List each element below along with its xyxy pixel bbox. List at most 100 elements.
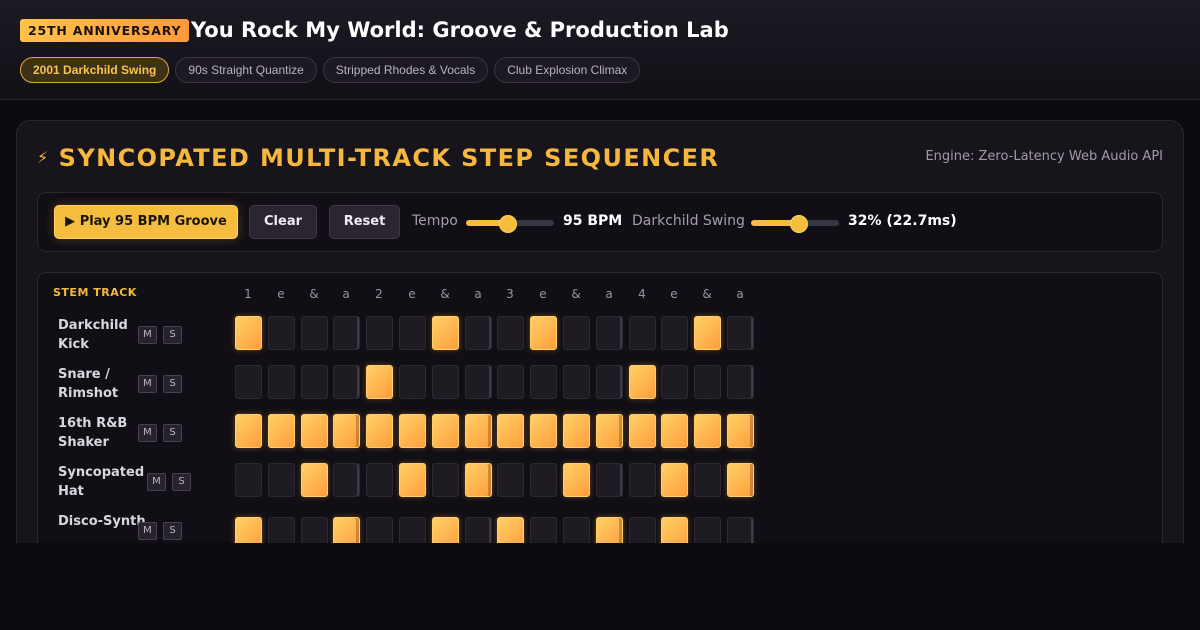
step-cell-off[interactable] (497, 316, 524, 350)
step-cell-off[interactable] (727, 365, 754, 399)
beat-label: & (702, 287, 712, 301)
mute-button[interactable]: M (138, 326, 157, 344)
track-name: 16th R&B Shaker (58, 416, 128, 450)
beat-label: a (342, 287, 350, 301)
step-cell-off[interactable] (596, 316, 623, 350)
step-cell-on[interactable] (629, 414, 656, 448)
step-cell-off[interactable] (661, 365, 688, 399)
step-cell-on[interactable] (432, 316, 459, 350)
step-cell-off[interactable] (432, 365, 459, 399)
step-cell-off[interactable] (268, 365, 295, 399)
step-cell-off[interactable] (465, 365, 492, 399)
preset-chip[interactable]: 2001 Darkchild Swing (20, 57, 170, 83)
step-cell-off[interactable] (596, 463, 623, 497)
step-cell-off[interactable] (563, 316, 590, 350)
step-cell-off[interactable] (465, 316, 492, 350)
mute-button[interactable]: M (138, 522, 157, 540)
step-cell-off[interactable] (301, 365, 328, 399)
beat-label: 1 (244, 287, 252, 301)
step-cell-on[interactable] (399, 463, 426, 497)
step-cell-off[interactable] (727, 316, 754, 350)
step-cell-off[interactable] (497, 463, 524, 497)
step-cell-on[interactable] (432, 414, 459, 448)
step-cell-off[interactable] (333, 316, 360, 350)
clear-button[interactable]: Clear (249, 205, 317, 239)
preset-chip[interactable]: 90s Straight Quantize (175, 57, 317, 83)
play-button-label: Play 95 BPM Groove (79, 214, 227, 229)
beat-label: & (571, 287, 581, 301)
step-cell-off[interactable] (333, 463, 360, 497)
step-cell-off[interactable] (268, 463, 295, 497)
step-cell-on[interactable] (563, 463, 590, 497)
step-cell-on[interactable] (497, 414, 524, 448)
step-cell-off[interactable] (432, 463, 459, 497)
step-cell-on[interactable] (727, 414, 754, 448)
step-cell-off[interactable] (661, 316, 688, 350)
mute-button[interactable]: M (138, 375, 157, 393)
step-cell-on[interactable] (727, 463, 754, 497)
step-cell-on[interactable] (235, 316, 262, 350)
tempo-slider-thumb[interactable] (499, 215, 518, 233)
step-cell-off[interactable] (366, 316, 393, 350)
step-cell-on[interactable] (301, 463, 328, 497)
beat-label: a (605, 287, 613, 301)
step-cell-off[interactable] (235, 365, 262, 399)
step-cell-off[interactable] (235, 463, 262, 497)
mute-button[interactable]: M (138, 424, 157, 442)
step-cell-on[interactable] (465, 414, 492, 448)
step-cell-off[interactable] (629, 463, 656, 497)
tempo-value: 95 BPM (563, 213, 623, 229)
step-cell-on[interactable] (694, 316, 721, 350)
step-cell-on[interactable] (661, 414, 688, 448)
step-cell-on[interactable] (530, 414, 557, 448)
step-cell-off[interactable] (694, 463, 721, 497)
step-cell-off[interactable] (629, 316, 656, 350)
solo-button[interactable]: S (163, 375, 182, 393)
tempo-slider[interactable] (466, 215, 554, 233)
swing-slider-thumb[interactable] (789, 215, 808, 233)
step-cell-off[interactable] (596, 365, 623, 399)
preset-chip[interactable]: Stripped Rhodes & Vocals (322, 57, 489, 83)
step-cell-off[interactable] (268, 316, 295, 350)
sequencer-panel: ⚡ SYNCOPATED MULTI-TRACK STEP SEQUENCER E… (16, 120, 1184, 574)
step-cell-on[interactable] (530, 316, 557, 350)
step-cell-off[interactable] (497, 365, 524, 399)
step-cell-on[interactable] (333, 414, 360, 448)
step-cell-off[interactable] (530, 463, 557, 497)
step-cell-on[interactable] (366, 365, 393, 399)
sequencer-title: ⚡ SYNCOPATED MULTI-TRACK STEP SEQUENCER (37, 141, 719, 175)
bolt-icon: ⚡ (37, 148, 50, 167)
solo-button[interactable]: S (163, 326, 182, 344)
step-cell-on[interactable] (694, 414, 721, 448)
track-name: Syncopated Hat (58, 465, 145, 499)
step-cell-on[interactable] (301, 414, 328, 448)
preset-chip[interactable]: Club Explosion Climax (494, 57, 641, 83)
solo-button[interactable]: S (163, 424, 182, 442)
step-cell-on[interactable] (629, 365, 656, 399)
step-cell-on[interactable] (563, 414, 590, 448)
step-cell-on[interactable] (465, 463, 492, 497)
step-cell-off[interactable] (530, 365, 557, 399)
step-cell-on[interactable] (596, 414, 623, 448)
step-cell-on[interactable] (399, 414, 426, 448)
engine-label: Engine: Zero-Latency Web Audio API (925, 149, 1163, 164)
solo-button[interactable]: S (172, 473, 191, 491)
step-cell-on[interactable] (268, 414, 295, 448)
anniversary-badge: 25TH ANNIVERSARY (20, 19, 190, 42)
track-name: Darkchild Kick (58, 318, 128, 352)
swing-slider[interactable] (751, 215, 839, 233)
solo-button[interactable]: S (163, 522, 182, 540)
reset-button[interactable]: Reset (329, 205, 400, 239)
step-cell-off[interactable] (301, 316, 328, 350)
step-cell-off[interactable] (399, 365, 426, 399)
play-button[interactable]: ▶ Play 95 BPM Groove (54, 205, 238, 239)
step-cell-off[interactable] (563, 365, 590, 399)
step-cell-off[interactable] (399, 316, 426, 350)
step-cell-off[interactable] (694, 365, 721, 399)
mute-button[interactable]: M (147, 473, 166, 491)
step-cell-on[interactable] (661, 463, 688, 497)
step-cell-off[interactable] (333, 365, 360, 399)
step-cell-off[interactable] (366, 463, 393, 497)
step-cell-on[interactable] (235, 414, 262, 448)
step-cell-on[interactable] (366, 414, 393, 448)
